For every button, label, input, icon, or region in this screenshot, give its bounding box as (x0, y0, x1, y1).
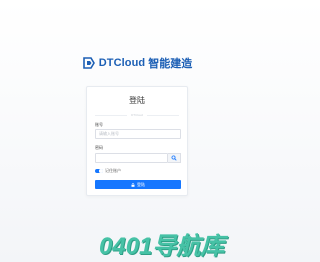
login-title: 登陆 (129, 96, 145, 105)
watermark: 0401导航库 (99, 233, 225, 260)
brand-name: DTCloud (98, 57, 146, 69)
dtcloud-logo-icon (82, 57, 95, 69)
remember-account[interactable]: 记住账户 (95, 168, 121, 174)
remember-label: 记住账户 (105, 168, 121, 173)
login-subtitle: DTCloud (95, 112, 179, 118)
remember-toggle[interactable] (95, 168, 103, 174)
password-label: 密码 (95, 145, 103, 150)
login-card: 登陆 DTCloud 账号 请输入账号 密码 记住账户 登陆 (86, 86, 188, 196)
show-password-button[interactable] (168, 153, 181, 163)
divider (146, 114, 179, 116)
brand-subtitle: 智能建造 (148, 58, 193, 70)
password-input[interactable] (95, 153, 168, 163)
login-button-label: 登陆 (137, 181, 145, 187)
divider (95, 114, 128, 116)
account-label: 账号 (95, 122, 103, 127)
login-subtitle-text: DTCloud (131, 113, 143, 117)
account-input[interactable]: 请输入账号 (95, 129, 181, 139)
login-button[interactable]: 登陆 (95, 180, 181, 189)
brand-header: DTCloud 智能建造 (0, 55, 274, 71)
lock-icon (131, 182, 135, 187)
search-icon (171, 155, 177, 161)
